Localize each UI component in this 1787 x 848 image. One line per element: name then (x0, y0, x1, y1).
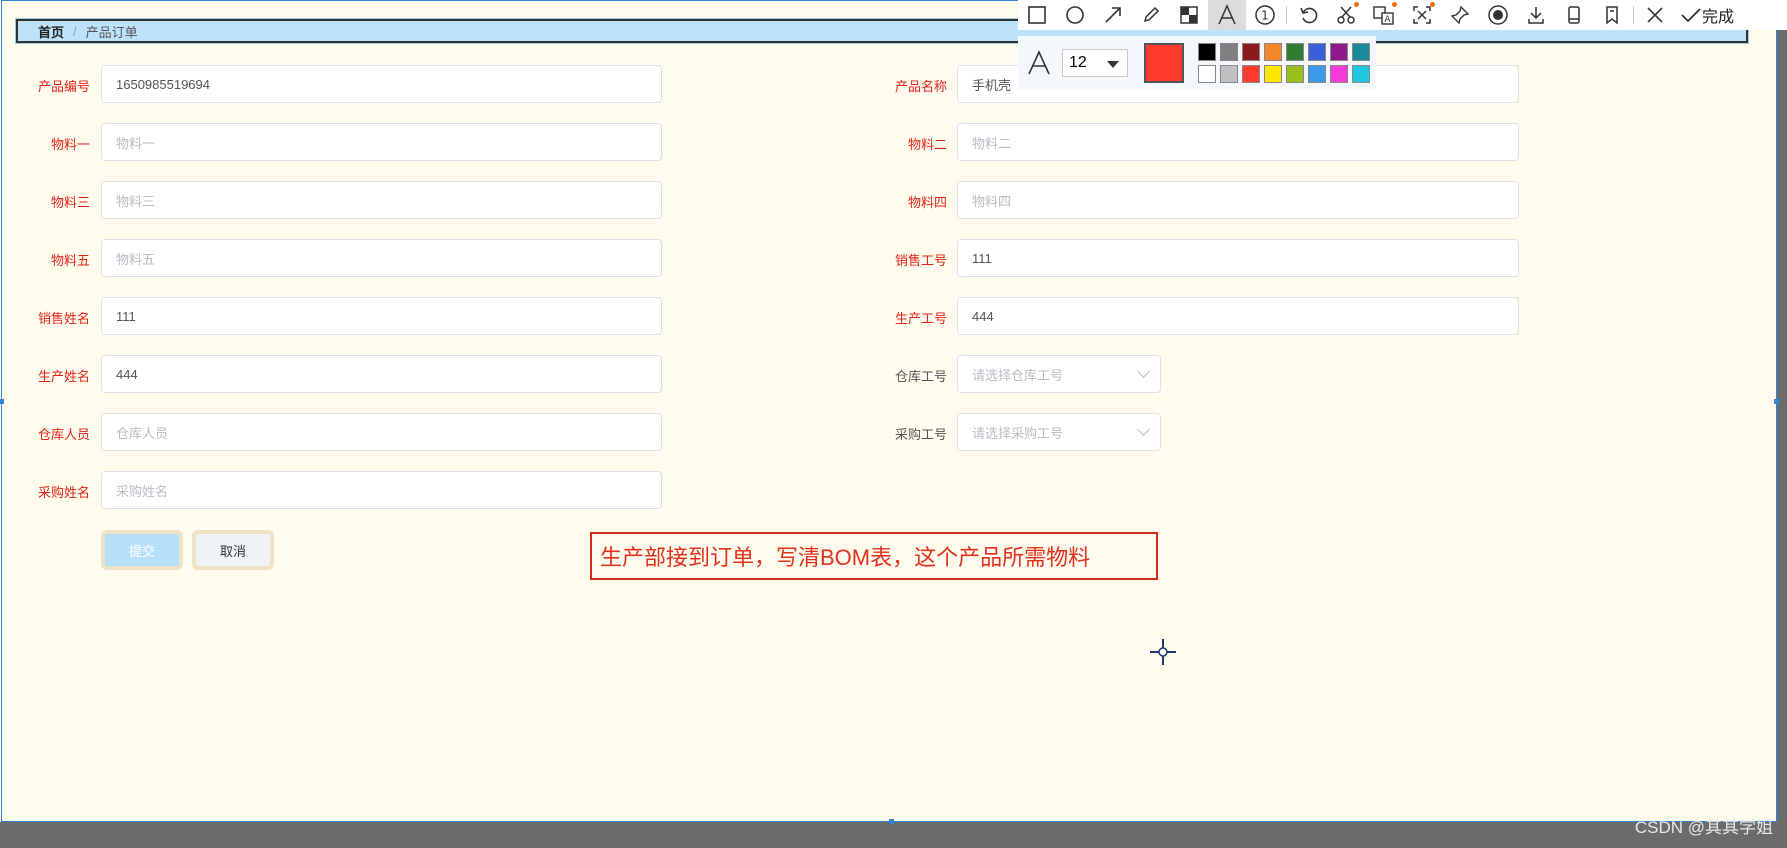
dropdown-arrow-icon (1107, 61, 1119, 68)
close-icon[interactable] (1636, 0, 1674, 30)
production-id-field[interactable]: 444 (957, 297, 1519, 335)
pin-icon[interactable] (1441, 0, 1479, 30)
sales-id-label: 销售工号 (894, 253, 947, 268)
current-color-swatch[interactable] (1144, 43, 1184, 83)
breadcrumb-home[interactable]: 首页 (38, 22, 64, 41)
download-icon[interactable] (1517, 0, 1555, 30)
production-name-field[interactable]: 444 (101, 355, 662, 393)
purchase-name-label: 采购姓名 (37, 485, 90, 500)
svg-text:1: 1 (1261, 9, 1269, 23)
ellipse-icon[interactable] (1056, 0, 1094, 30)
color-swatch[interactable] (1286, 65, 1304, 83)
warehouse-id-label: 仓库工号 (894, 369, 947, 384)
material5-field[interactable]: 物料五 (101, 239, 662, 277)
pencil-icon[interactable] (1132, 0, 1170, 30)
record-icon[interactable] (1479, 0, 1517, 30)
annotation-textbox[interactable]: 生产部接到订单，写清BOM表，这个产品所需物料 (590, 532, 1158, 580)
toolbar-divider (1633, 6, 1634, 24)
color-swatch[interactable] (1308, 65, 1326, 83)
warehouse-staff-field[interactable]: 仓库人员 (101, 413, 662, 451)
product-name-label: 产品名称 (894, 79, 947, 94)
warehouse-staff-label: 仓库人员 (37, 427, 90, 442)
production-name-label: 生产姓名 (37, 369, 90, 384)
number-icon[interactable]: 1 (1246, 0, 1284, 30)
arrow-icon[interactable] (1094, 0, 1132, 30)
product-code-label: 产品编号 (37, 79, 90, 94)
watermark: CSDN @其其学姐 (1634, 818, 1773, 837)
material4-label: 物料四 (907, 195, 947, 210)
material3-field[interactable]: 物料三 (101, 181, 662, 219)
color-swatch[interactable] (1220, 65, 1238, 83)
done-label: 完成 (1702, 9, 1735, 26)
production-id-label: 生产工号 (894, 311, 947, 326)
chevron-down-icon (1137, 423, 1150, 436)
warehouse-id-select[interactable]: 请选择仓库工号 (957, 355, 1161, 393)
ocr-icon[interactable] (1403, 0, 1441, 30)
material1-label: 物料一 (50, 137, 90, 152)
sales-name-label: 销售姓名 (37, 311, 90, 326)
mosaic-icon[interactable] (1170, 0, 1208, 30)
svg-text:A: A (1384, 15, 1391, 25)
check-icon (1681, 8, 1701, 23)
sales-name-field[interactable]: 111 (101, 297, 662, 335)
text-options-bar: 12 (1018, 36, 1376, 90)
material3-label: 物料三 (50, 195, 90, 210)
capture-toolbar: 1 A 完成 (1018, 0, 1787, 30)
material4-field[interactable]: 物料四 (957, 181, 1519, 219)
color-swatch[interactable] (1330, 43, 1348, 61)
material2-field[interactable]: 物料二 (957, 123, 1519, 161)
translate-icon[interactable]: A (1365, 0, 1403, 30)
undo-icon[interactable] (1289, 0, 1327, 30)
purchase-name-field[interactable]: 采购姓名 (101, 471, 662, 509)
breadcrumb-separator: / (73, 23, 77, 39)
cancel-button[interactable]: 取消 (192, 530, 274, 570)
color-swatch[interactable] (1352, 43, 1370, 61)
color-swatch[interactable] (1352, 65, 1370, 83)
font-icon (1028, 50, 1050, 75)
bookmark-icon[interactable] (1593, 0, 1631, 30)
material2-label: 物料二 (907, 137, 947, 152)
material1-field[interactable]: 物料一 (101, 123, 662, 161)
color-swatch[interactable] (1198, 43, 1216, 61)
purchase-id-select[interactable]: 请选择采购工号 (957, 413, 1161, 451)
product-code-field[interactable]: 1650985519694 (101, 65, 662, 103)
color-swatch[interactable] (1286, 43, 1304, 61)
color-swatch[interactable] (1330, 65, 1348, 83)
rectangle-icon[interactable] (1018, 0, 1056, 30)
material5-label: 物料五 (50, 253, 90, 268)
color-swatch[interactable] (1242, 43, 1260, 61)
done-button[interactable]: 完成 (1680, 3, 1734, 27)
color-swatch[interactable] (1198, 65, 1216, 83)
toolbar-divider (1286, 6, 1287, 24)
color-swatch[interactable] (1308, 43, 1326, 61)
color-palette (1198, 43, 1370, 83)
cut-icon[interactable] (1327, 0, 1365, 30)
color-swatch[interactable] (1264, 43, 1282, 61)
page-content: 首页 / 产品订单 产品编号 1650985519694 物料一 物料一 物料三… (0, 0, 1777, 822)
crosshair-cursor-icon (1150, 639, 1176, 665)
text-icon[interactable] (1208, 0, 1246, 30)
sales-id-field[interactable]: 111 (957, 239, 1519, 277)
color-swatch[interactable] (1242, 65, 1260, 83)
submit-button[interactable]: 提交 (101, 530, 183, 570)
long-screenshot-icon[interactable] (1555, 0, 1593, 30)
font-size-select[interactable]: 12 (1062, 49, 1128, 77)
breadcrumb-current: 产品订单 (85, 24, 138, 40)
purchase-id-label: 采购工号 (894, 427, 947, 442)
color-swatch[interactable] (1220, 43, 1238, 61)
chevron-down-icon (1137, 365, 1150, 378)
color-swatch[interactable] (1264, 65, 1282, 83)
